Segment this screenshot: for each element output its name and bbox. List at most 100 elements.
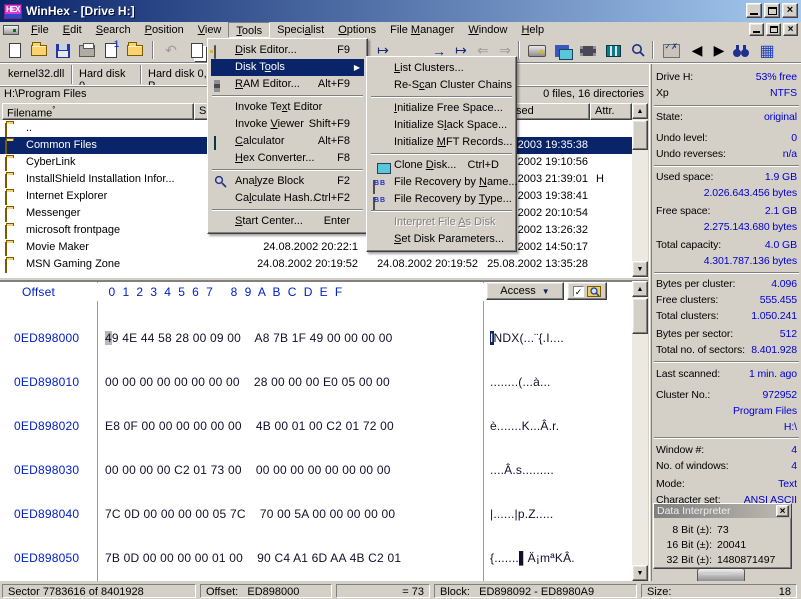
menu-item-invoke-viewer[interactable]: Invoke ViewerShift+F9 [211,116,364,133]
grid-view-icon[interactable]: ▦ [756,40,778,61]
menu-item-initialize-free-space[interactable]: Initialize Free Space... [370,100,513,117]
menu-item-clone-disk[interactable]: Clone Disk...Ctrl+D [370,157,513,174]
menu-options[interactable]: Options [331,22,383,38]
tab-kernel32[interactable]: kernel32.dll [2,65,72,84]
scrollbar-thumb[interactable] [632,298,648,334]
menu-item-file-recovery-by-type[interactable]: File Recovery by Type... [370,191,513,208]
status-bar: Sector 7783616 of 8401928 Offset: ED8980… [0,583,801,599]
scroll-down-icon[interactable]: ▼ [632,261,648,277]
disk-editor-icon[interactable] [526,40,548,61]
menu-specialist[interactable]: Specialist [270,22,331,38]
previous-icon[interactable]: ◀ [686,40,708,61]
menu-file-manager[interactable]: File Manager [383,22,461,38]
data-interpreter-window[interactable]: Data Interpreter × 8 Bit (±):73 16 Bit (… [653,503,792,569]
menu-item-set-disk-parameters[interactable]: Set Disk Parameters... [370,231,513,248]
file-list-scrollbar[interactable]: ▲ ▼ [632,103,648,277]
folder-browse-icon[interactable] [124,40,146,61]
menu-window[interactable]: Window [461,22,514,38]
menu-item-initialize-slack-space[interactable]: Initialize Slack Space... [370,117,513,134]
folder-icon [5,158,7,170]
menu-view[interactable]: View [191,22,229,38]
save-icon[interactable] [52,40,74,61]
properties-icon[interactable] [100,40,122,61]
access-dropdown[interactable]: Access ▼ [486,282,564,300]
menu-bar: File Edit Search Position View Tools Spe… [0,22,801,38]
menu-tools[interactable]: Tools [228,22,270,38]
restore-button[interactable] [764,3,780,18]
scrollbar-thumb[interactable] [632,120,648,150]
folder-icon [5,192,7,204]
new-file-icon[interactable] [4,40,26,61]
hex-cursor: 4 [105,331,112,345]
menu-item-analyze-block[interactable]: Analyze BlockF2 [211,173,364,190]
info-last-scanned: Last scanned:1 min. ago [656,368,797,382]
status-block: Block: ED898092 - ED8980A9 [434,584,637,598]
data-interpreter-titlebar[interactable]: Data Interpreter × [654,504,791,518]
open-folder-icon[interactable] [28,40,50,61]
hex-row[interactable]: 0ED89803000 00 00 00 C2 01 73 00 00 00 0… [0,462,632,478]
hex-row[interactable]: 0ED8980507B 0D 00 00 00 00 01 00 90 C4 A… [0,550,632,566]
clone-disk-icon[interactable] [551,40,573,61]
menu-item-disk-tools[interactable]: Disk Tools▶ [211,59,364,76]
current-path: H:\Program Files [4,88,87,100]
info-window-number: Window #:4 [656,444,797,458]
list-item-movie-maker[interactable]: Movie Maker 24.08.2002 20:22:1 2002 14:5… [0,239,632,256]
menu-item-hex-converter[interactable]: Hex Converter...F8 [211,150,364,167]
info-no-of-windows: No. of windows:4 [656,460,797,474]
undo-icon: ↶ [160,40,182,61]
menu-item-ram-editor[interactable]: RAM Editor...Alt+F9 [211,76,364,93]
menu-item-invoke-text-editor[interactable]: Invoke Text Editor [211,99,364,116]
folder-icon [5,175,7,187]
print-icon[interactable] [76,40,98,61]
verify-icon[interactable] [660,40,682,61]
magnifier-icon [214,175,227,188]
scroll-up-icon[interactable]: ▲ [632,281,648,297]
hex-row[interactable]: 0ED898020E8 0F 00 00 00 00 00 00 4B 00 0… [0,418,632,434]
checkbox-icon[interactable]: ✓ [573,286,584,297]
menu-item-calculate-hash[interactable]: Calculate Hash...Ctrl+F2 [211,190,364,207]
column-attr[interactable]: Attr. [590,103,632,120]
column-filename[interactable]: Filename° [2,103,194,120]
menu-item-file-recovery-by-name[interactable]: File Recovery by Name... [370,174,513,191]
menu-item-list-clusters[interactable]: List Clusters... [370,60,513,77]
info-undo-level: Undo level:0 [656,132,797,146]
menu-item-start-center[interactable]: Start Center...Enter [211,213,364,230]
menu-edit[interactable]: Edit [56,22,89,38]
minimize-button[interactable] [746,3,762,18]
tab-hard-disk-0[interactable]: Hard disk 0 [73,65,141,84]
info-state: State:original [656,111,797,125]
ram-editor-icon[interactable] [577,40,599,61]
menu-position[interactable]: Position [138,22,191,38]
hex-row[interactable]: 0ED89800049 4E 44 58 28 00 09 00 A8 7B 1… [0,330,632,346]
interpreter-32bit: 32 Bit (±):1480871497 [654,552,791,567]
info-bytes-per-sector: Bytes per sector:512 [656,328,797,342]
menu-item-rescan-cluster-chains[interactable]: Re-Scan Cluster Chains [370,77,513,94]
hex-row[interactable]: 0ED8980407C 0D 00 00 00 00 05 7C 70 00 5… [0,506,632,522]
calculator-icon[interactable] [602,40,624,61]
list-item-msn-gaming-zone[interactable]: MSN Gaming Zone 24.08.2002 20:19:52 24.0… [0,256,632,273]
drive-window-icon[interactable] [3,25,19,35]
menu-file[interactable]: File [24,22,56,38]
scroll-down-icon[interactable]: ▼ [632,565,648,581]
next-icon[interactable]: ▶ [708,40,730,61]
mdi-restore-button[interactable] [766,23,781,36]
folder-magnifier-icon [587,286,601,297]
search-magnifier-icon[interactable] [627,40,649,61]
menu-help[interactable]: Help [514,22,551,38]
menu-search[interactable]: Search [89,22,138,38]
mdi-close-button[interactable]: × [783,23,798,36]
close-icon[interactable]: × [776,505,789,517]
window-title: WinHex - [Drive H:] [26,4,135,18]
close-button[interactable]: × [782,3,798,18]
hex-scrollbar[interactable]: ▲ ▼ [632,281,648,581]
copy-icon[interactable] [186,40,208,61]
find-binoculars-icon[interactable] [730,40,752,61]
menu-item-calculator[interactable]: CalculatorAlt+F8 [211,133,364,150]
scroll-up-icon[interactable]: ▲ [632,103,648,119]
menu-item-disk-editor[interactable]: Disk Editor...F9 [211,42,364,59]
menu-item-initialize-mft-records[interactable]: Initialize MFT Records... [370,134,513,151]
mdi-minimize-button[interactable] [749,23,764,36]
hex-row[interactable]: 0ED89801000 00 00 00 00 00 00 00 28 00 0… [0,374,632,390]
filter-preview-button[interactable]: ✓ [567,282,607,300]
info-bytes-per-cluster: Bytes per cluster:4.096 [656,278,797,292]
